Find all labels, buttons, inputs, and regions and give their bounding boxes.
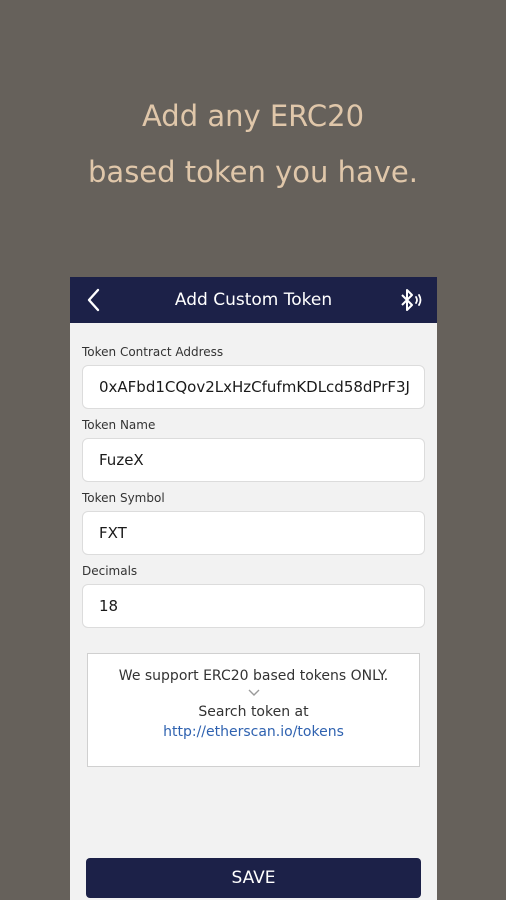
page-title: Add Custom Token (174, 290, 333, 310)
contract-address-label: Token Contract Address (82, 345, 224, 359)
promo-line-2: based token you have. (88, 155, 418, 189)
bluetooth-icon[interactable] (397, 288, 423, 312)
save-button[interactable]: SAVE (86, 858, 421, 898)
promo-headline: Add any ERC20 based token you have. (0, 88, 506, 200)
token-symbol-label: Token Symbol (82, 491, 165, 505)
decimals-input[interactable]: 18 (82, 584, 425, 628)
decimals-label: Decimals (82, 564, 138, 578)
search-token-text: Search token at (198, 704, 309, 720)
token-name-label: Token Name (82, 418, 156, 432)
token-form: Token Contract Address 0xAFbd1CQov2LxHzC… (70, 345, 437, 767)
app-bar: Add Custom Token (70, 277, 437, 323)
token-symbol-input[interactable]: FXT (82, 511, 425, 555)
promo-line-1: Add any ERC20 (141, 99, 365, 133)
erc20-notice-box: We support ERC20 based tokens ONLY. Sear… (87, 653, 420, 767)
contract-address-input[interactable]: 0xAFbd1CQov2LxHzCfufmKDLcd58dPrF3J (82, 365, 425, 409)
token-name-input[interactable]: FuzeX (82, 438, 425, 482)
chevron-left-icon[interactable] (84, 288, 104, 312)
etherscan-link[interactable]: http://etherscan.io/tokens (88, 722, 419, 742)
notice-text: We support ERC20 based tokens ONLY. (118, 668, 389, 684)
chevron-down-icon (88, 686, 419, 702)
phone-screen: Add Custom Token Token Contract Address … (70, 277, 437, 900)
